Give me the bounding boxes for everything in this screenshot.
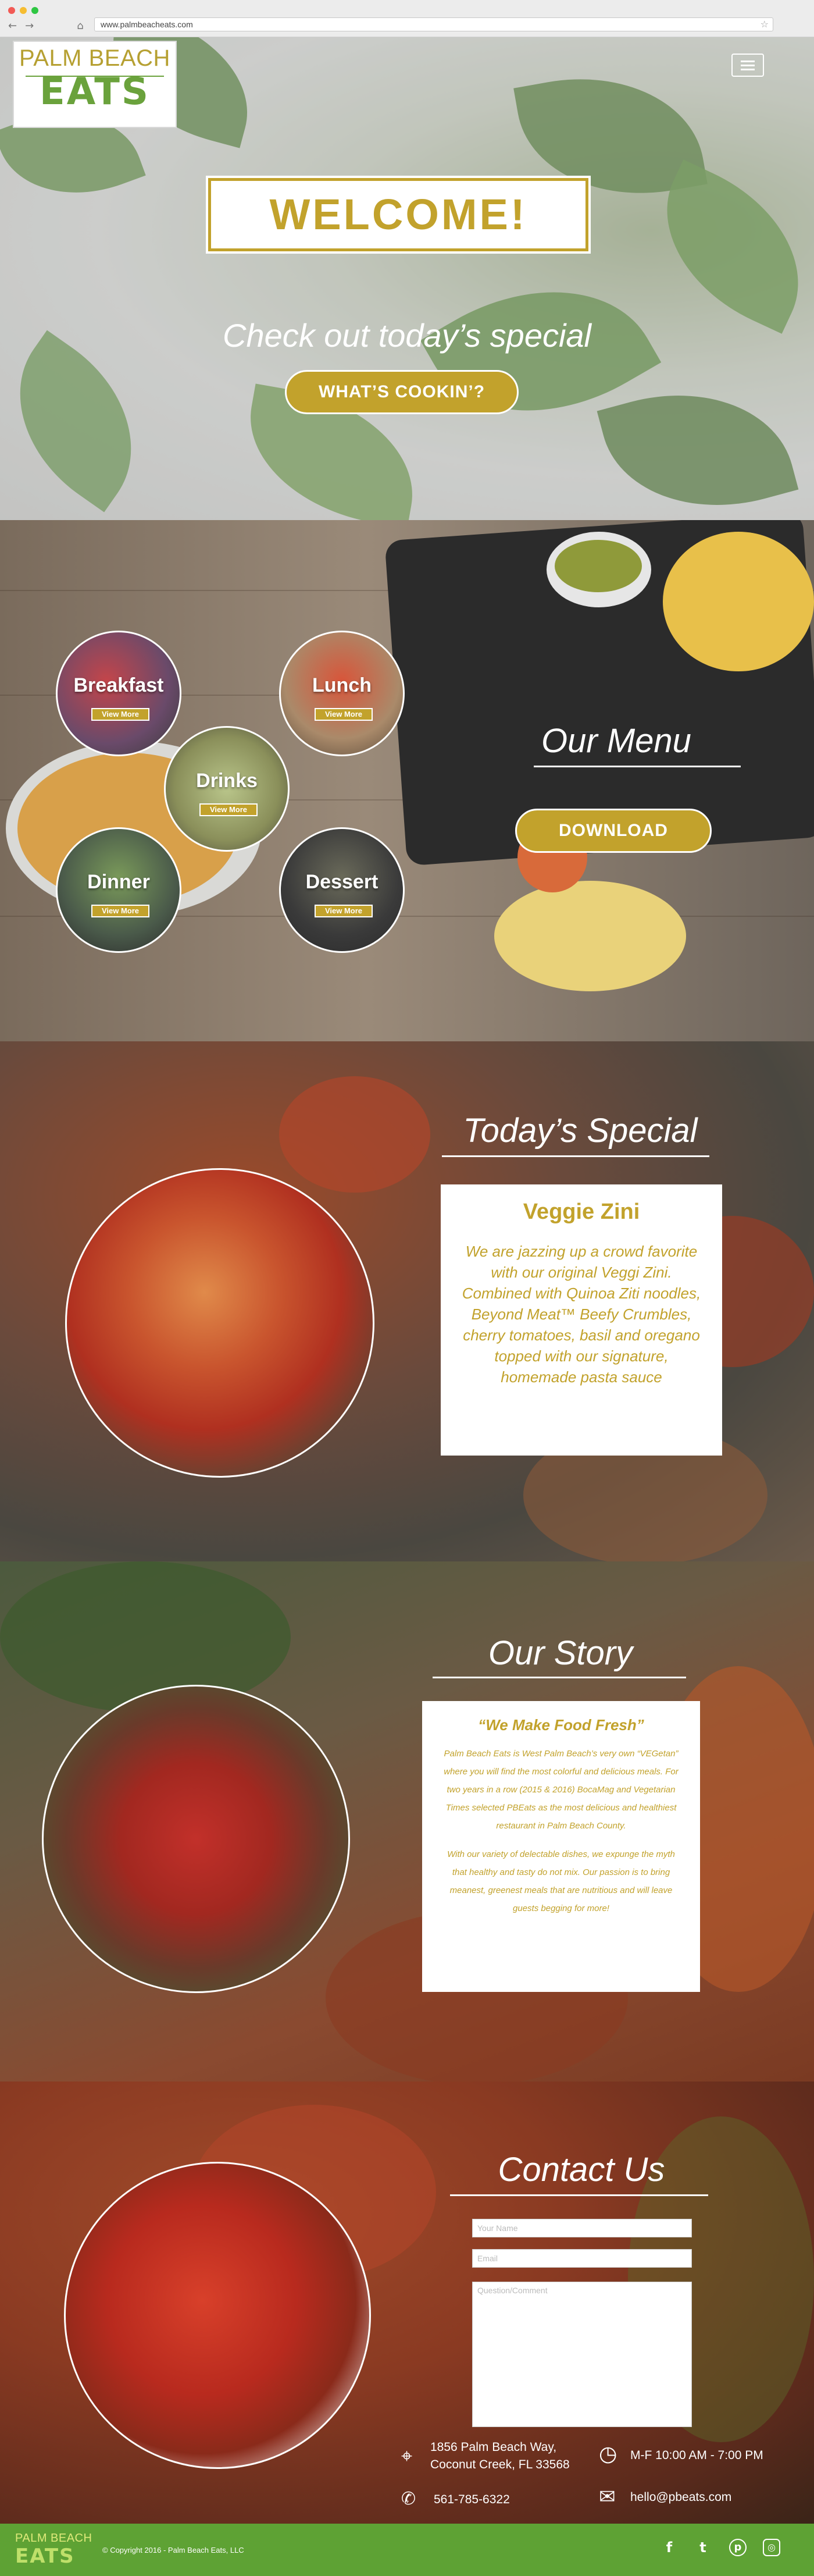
clock-icon: ◷ [599,2442,617,2466]
comment-textarea[interactable]: Question/Comment [472,2282,692,2427]
vine-tomatoes-photo [64,2162,371,2469]
story-card: “We Make Food Fresh” Palm Beach Eats is … [422,1701,700,1992]
maximize-window-icon[interactable] [31,7,38,14]
logo-line2: EATS [39,70,151,113]
title-underline [450,2194,708,2196]
menu-item-dinner[interactable]: Dinner View More [56,827,181,953]
our-story-section: Our Story “We Make Food Fresh” Palm Beac… [0,1561,814,2082]
view-more-button[interactable]: View More [199,803,258,816]
address-line1: 1856 Palm Beach Way, [430,2440,557,2454]
menu-item-label: Breakfast [73,674,164,696]
chips-decoration [663,532,814,671]
our-story-title: Our Story [488,1634,633,1672]
footer-logo-line2[interactable]: EATS [15,2545,75,2568]
site-logo[interactable]: PALM BEACH EATS [13,41,177,128]
title-underline [534,766,741,767]
instagram-icon[interactable]: ◎ [763,2539,780,2556]
location-pin-icon: ⌖ [401,2445,413,2468]
email-address[interactable]: hello@pbeats.com [630,2489,731,2506]
opening-hours: M-F 10:00 AM - 7:00 PM [630,2449,763,2462]
hero-subtitle: Check out today’s special [223,317,591,354]
browser-chrome: ← → ⌂ www.palmbeacheats.com ☆ [0,0,814,37]
menu-item-label: Drinks [196,770,258,792]
hamburger-bar [741,65,755,66]
menu-item-drinks[interactable]: Drinks View More [164,726,290,852]
menu-item-label: Dessert [305,871,379,893]
menu-item-dessert[interactable]: Dessert View More [279,827,405,953]
todays-special-section: Today’s Special Veggie Zini We are jazzi… [0,1041,814,1561]
window-controls [8,7,38,14]
story-tagline: “We Make Food Fresh” [478,1716,644,1734]
address: 1856 Palm Beach Way, Coconut Creek, FL 3… [430,2439,570,2474]
welcome-banner: WELCOME! [206,176,591,254]
guacamole-decoration [555,540,642,592]
address-bar[interactable]: www.palmbeacheats.com [94,17,773,31]
hamburger-menu-icon[interactable] [731,54,764,77]
name-input[interactable]: Your Name [472,2219,692,2237]
download-menu-button[interactable]: DOWNLOAD [515,809,712,853]
hero-section: PALM BEACH EATS WELCOME! Check out today… [0,37,814,520]
close-window-icon[interactable] [8,7,15,14]
welcome-heading: WELCOME! [269,190,527,239]
special-dish-name: Veggie Zini [523,1200,640,1224]
tomatoes-photo [42,1685,350,1993]
eggs-decoration [494,881,686,991]
address-line2: Coconut Creek, FL 33568 [430,2458,570,2471]
whats-cookin-button[interactable]: WHAT’S COOKIN’? [285,370,519,414]
view-more-button[interactable]: View More [91,905,149,917]
menu-section: Breakfast View More Lunch View More Drin… [0,520,814,1041]
phone-number[interactable]: 561-785-6322 [434,2491,510,2509]
story-paragraph-2: With our variety of delectable dishes, w… [447,1849,675,1913]
back-icon[interactable]: ← [8,20,17,32]
logo-divider [26,76,164,77]
menu-item-label: Dinner [87,871,150,893]
bookmark-icon[interactable]: ☆ [761,19,769,30]
phone-icon: ✆ [401,2489,416,2509]
hamburger-bar [741,61,755,62]
home-icon[interactable]: ⌂ [77,20,83,32]
story-paragraph-1: Palm Beach Eats is West Palm Beach’s ver… [444,1749,679,1831]
view-more-button[interactable]: View More [315,905,373,917]
logo-line1: PALM BEACH [19,45,170,71]
copyright-text: © Copyright 2016 - Palm Beach Eats, LLC [102,2546,244,2554]
facebook-icon[interactable]: f [661,2539,678,2556]
minimize-window-icon[interactable] [20,7,27,14]
title-underline [433,1677,686,1678]
footer-logo-line1[interactable]: PALM BEACH [15,2532,92,2545]
view-more-button[interactable]: View More [315,708,373,721]
email-icon: ✉ [599,2485,616,2509]
title-underline [442,1155,709,1157]
veggie-zini-photo [65,1168,374,1478]
greens-decoration [0,1561,291,1713]
tomato-decoration [279,1076,430,1193]
pinterest-icon[interactable]: p [729,2539,747,2556]
menu-item-breakfast[interactable]: Breakfast View More [56,631,181,756]
special-description: We are jazzing up a crowd favorite with … [462,1243,701,1386]
hamburger-bar [741,69,755,70]
email-input[interactable]: Email [472,2249,692,2268]
menu-item-lunch[interactable]: Lunch View More [279,631,405,756]
twitter-icon[interactable]: t [694,2539,712,2556]
special-card: Veggie Zini We are jazzing up a crowd fa… [441,1184,722,1456]
contact-title: Contact Us [498,2151,665,2189]
our-menu-title: Our Menu [541,722,691,760]
contact-section: Contact Us Your Name Email Question/Comm… [0,2082,814,2524]
forward-icon[interactable]: → [25,20,34,32]
todays-special-title: Today’s Special [463,1112,698,1150]
menu-item-label: Lunch [312,674,372,696]
site-footer: PALM BEACH EATS © Copyright 2016 - Palm … [0,2524,814,2576]
view-more-button[interactable]: View More [91,708,149,721]
